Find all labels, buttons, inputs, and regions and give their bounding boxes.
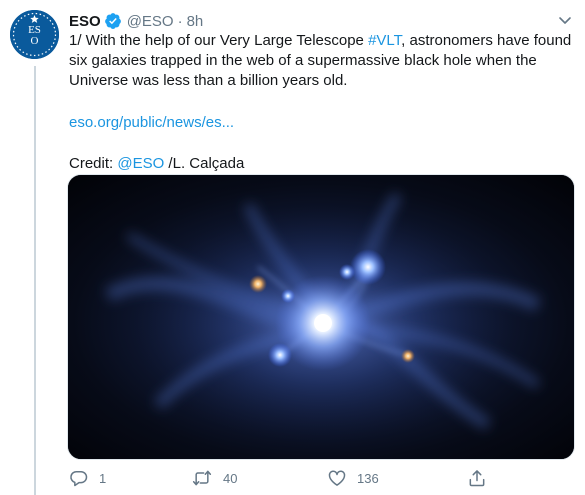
handle[interactable]: @ESO	[127, 13, 174, 30]
avatar[interactable]: ES O	[10, 10, 59, 59]
mention-link[interactable]: @ESO	[117, 155, 164, 172]
display-name[interactable]: ESO	[69, 13, 101, 30]
credit-author: /L. Calçada	[164, 155, 245, 172]
eso-logo-icon: ES O	[10, 10, 59, 59]
galaxy-illustration	[68, 175, 574, 459]
tweet-link-paragraph: eso.org/public/news/es...	[69, 113, 574, 133]
timestamp[interactable]: 8h	[187, 13, 204, 30]
tweet[interactable]: ES O ESO @ESO · 8h 1/ With the help of o…	[0, 0, 585, 495]
reply-count: 1	[99, 470, 107, 486]
retweet-count: 40	[223, 470, 238, 486]
svg-text:O: O	[31, 35, 39, 47]
heart-icon	[328, 470, 346, 486]
like-button[interactable]: 136	[327, 467, 379, 489]
share-icon	[469, 470, 485, 487]
tweet-actions: 1 40 136	[69, 467, 509, 489]
credit-line: Credit: @ESO /L. Calçada	[69, 154, 574, 174]
verified-badge-icon	[104, 12, 122, 30]
like-count: 136	[357, 470, 379, 486]
thread-line	[34, 66, 36, 495]
hashtag-link[interactable]: #VLT	[368, 32, 401, 49]
tweet-media-image[interactable]	[67, 174, 575, 460]
separator-dot: ·	[177, 12, 183, 30]
tweet-text-segment: 1/ With the help of our Very Large Teles…	[69, 32, 369, 49]
retweet-button[interactable]: 40	[191, 467, 237, 489]
retweet-icon	[192, 470, 212, 486]
credit-label: Credit:	[69, 155, 118, 172]
reply-icon	[70, 470, 88, 487]
tweet-paragraph: 1/ With the help of our Very Large Teles…	[69, 31, 574, 91]
share-button[interactable]	[467, 467, 487, 489]
reply-button[interactable]: 1	[69, 467, 106, 489]
tweet-text: 1/ With the help of our Very Large Teles…	[69, 31, 574, 174]
chevron-down-icon[interactable]	[555, 10, 575, 30]
external-link[interactable]: eso.org/public/news/es...	[69, 114, 234, 131]
tweet-header: ESO @ESO · 8h	[69, 10, 203, 32]
